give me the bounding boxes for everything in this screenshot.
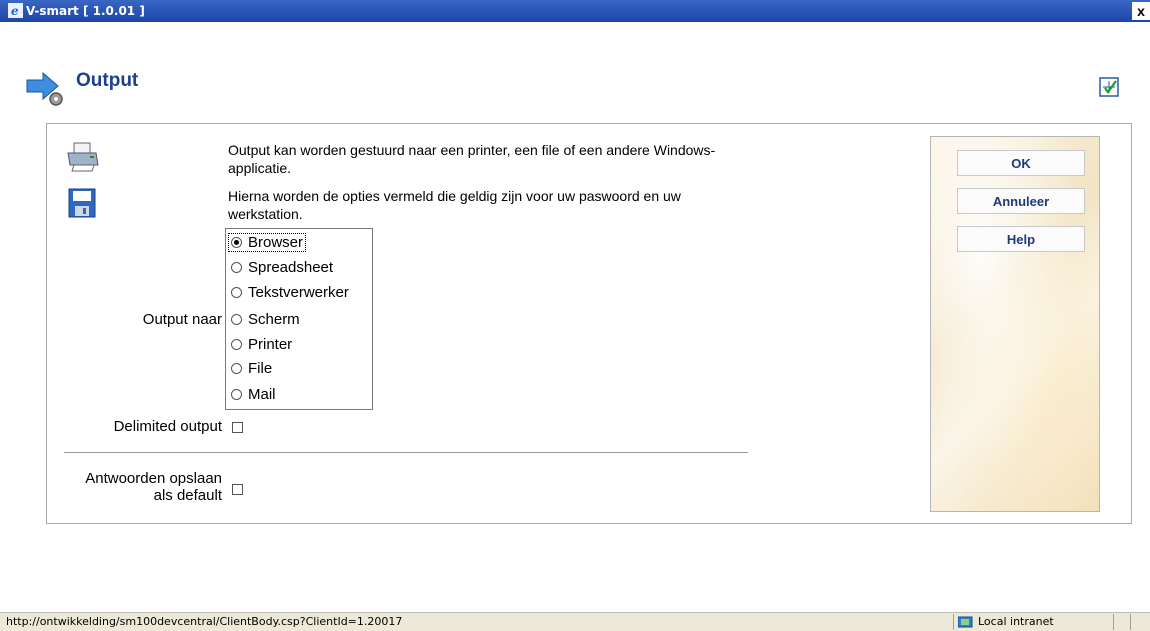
radio-label: Mail <box>248 385 276 403</box>
radio-button[interactable] <box>231 261 242 273</box>
radio-button[interactable] <box>231 338 242 350</box>
info-text-options: Hierna worden de opties vermeld die geld… <box>228 188 681 222</box>
status-divider <box>953 614 954 630</box>
radio-label: Spreadsheet <box>248 258 334 276</box>
status-zone: Local intranet <box>958 615 1054 628</box>
delimited-output-checkbox[interactable] <box>232 422 243 433</box>
radio-option-printer[interactable]: Printer <box>229 334 294 354</box>
globe-intranet-icon <box>958 616 973 627</box>
svg-text:e: e <box>11 4 19 18</box>
floppy-disk-icon <box>68 188 96 218</box>
status-divider <box>1130 614 1131 630</box>
radio-button[interactable] <box>231 388 242 400</box>
info-text-output: Output kan worden gestuurd naar een prin… <box>228 142 716 176</box>
radio-option-scherm[interactable]: Scherm <box>229 309 302 329</box>
ok-button[interactable]: OK <box>957 150 1085 176</box>
radio-option-tekstverwerker[interactable]: Tekstverwerker <box>229 282 351 302</box>
close-button[interactable]: x <box>1132 2 1150 20</box>
radio-button[interactable] <box>231 286 242 298</box>
antwoorden-default-checkbox[interactable] <box>232 484 243 495</box>
radio-button[interactable] <box>231 313 242 325</box>
window-title: V-smart [ 1.0.01 ] <box>26 4 145 18</box>
radio-option-mail[interactable]: Mail <box>229 384 278 404</box>
arrow-gear-icon <box>26 71 63 106</box>
radio-label: Browser <box>248 233 304 251</box>
checklist-icon[interactable] <box>1099 77 1119 97</box>
page-title: Output <box>76 70 139 91</box>
printer-icon <box>67 142 99 172</box>
delimited-output-label: Delimited output <box>113 418 222 435</box>
annuleer-button[interactable]: Annuleer <box>957 188 1085 214</box>
status-divider <box>1113 614 1114 630</box>
radio-label: Printer <box>248 335 293 353</box>
radio-option-spreadsheet[interactable]: Spreadsheet <box>229 257 335 277</box>
ie-icon: e <box>8 3 23 18</box>
antwoorden-opslaan-label: Antwoorden opslaan als default <box>85 470 222 504</box>
separator <box>64 452 748 453</box>
radio-label: Tekstverwerker <box>248 283 349 301</box>
status-zone-label: Local intranet <box>978 615 1054 628</box>
radio-option-browser[interactable]: Browser <box>227 232 307 252</box>
output-naar-label: Output naar <box>142 311 222 328</box>
status-bar: http://ontwikkelding/sm100devcentral/Cli… <box>0 612 1150 631</box>
radio-button[interactable] <box>231 236 242 248</box>
radio-button[interactable] <box>231 362 242 374</box>
radio-option-file[interactable]: File <box>229 358 274 378</box>
radio-label: File <box>248 359 273 377</box>
help-button[interactable]: Help <box>957 226 1085 252</box>
status-url: http://ontwikkelding/sm100devcentral/Cli… <box>6 615 403 628</box>
radio-label: Scherm <box>248 310 300 328</box>
window-title-bar: e V-smart [ 1.0.01 ] x <box>0 0 1150 22</box>
